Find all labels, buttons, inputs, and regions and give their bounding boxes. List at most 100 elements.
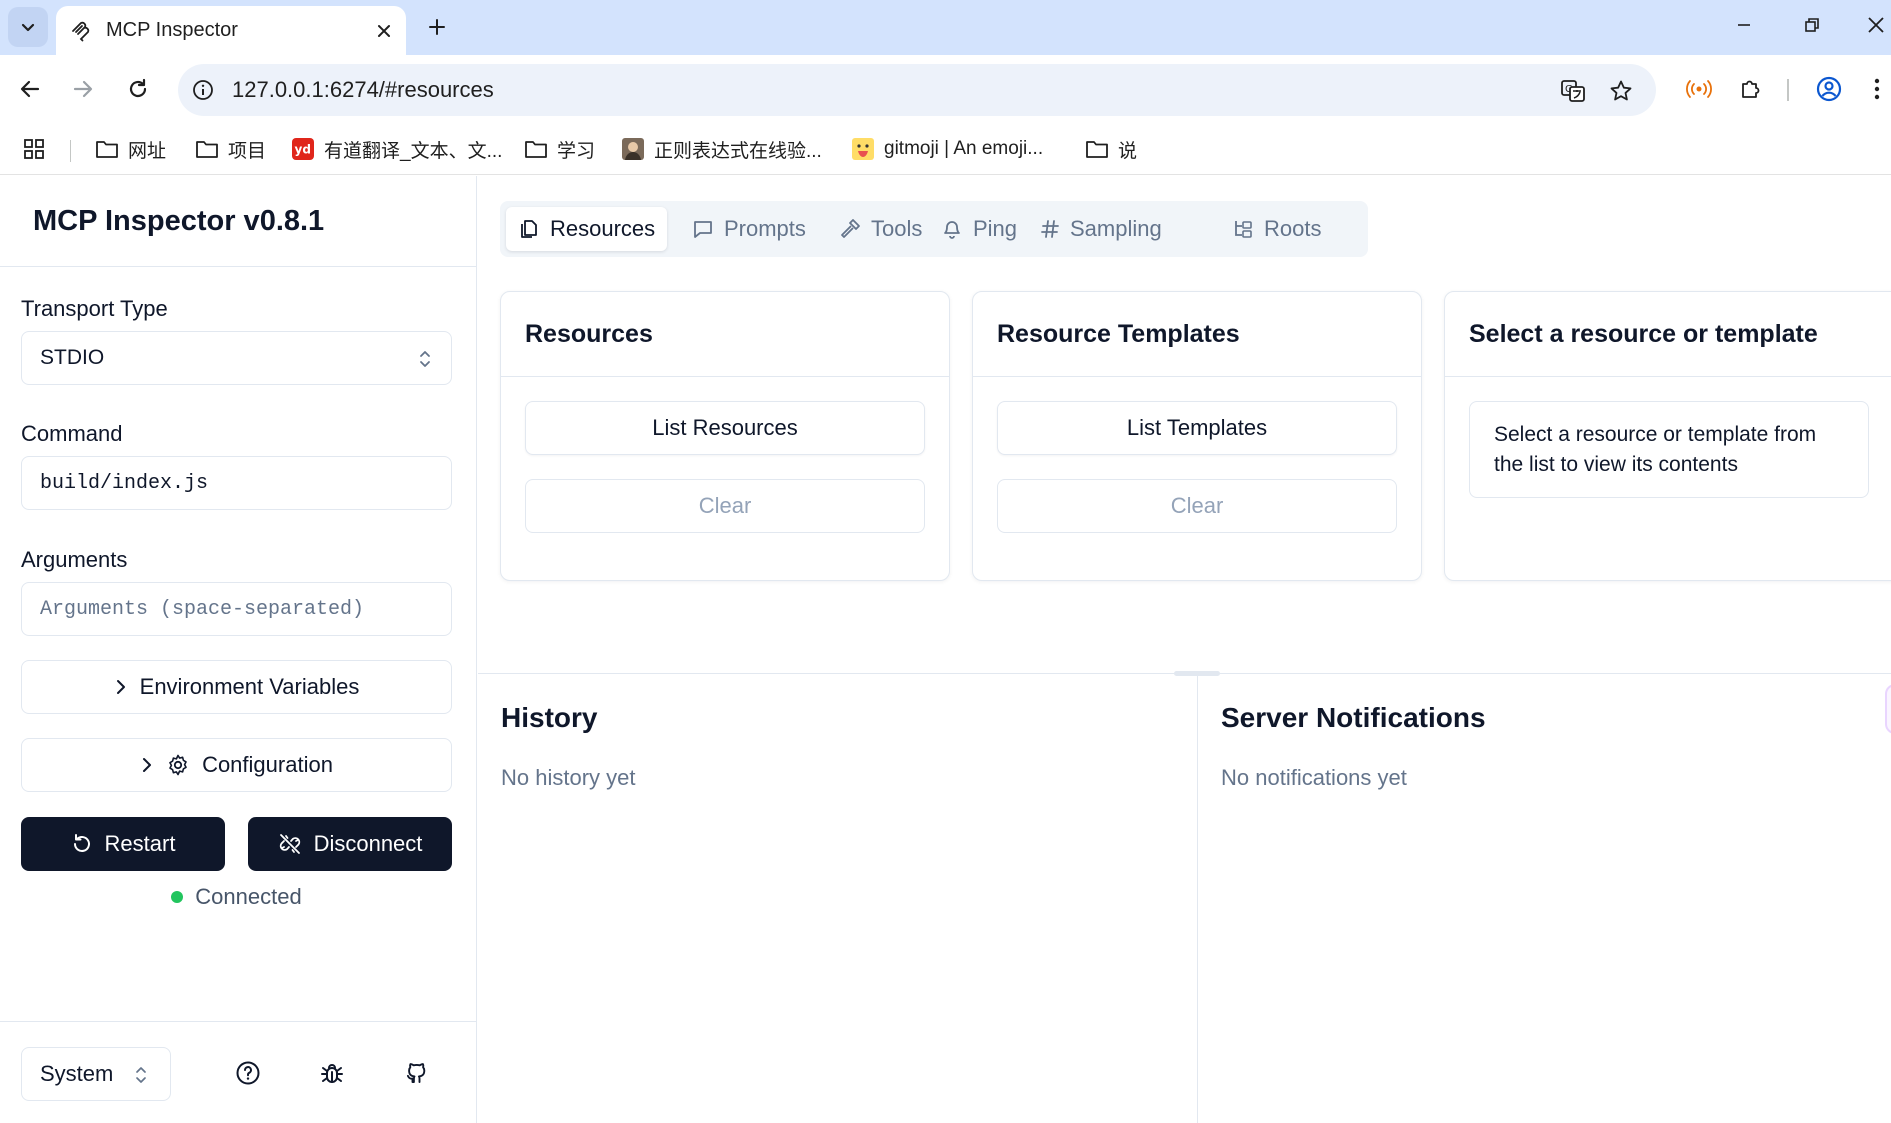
tab-resources[interactable]: Resources (506, 207, 668, 251)
chevrons-up-down-icon (136, 1067, 146, 1083)
bug-icon (321, 1064, 343, 1083)
bookmark-label: gitmoji | An emoji... (884, 138, 1044, 159)
apps-grid-icon (24, 139, 44, 159)
resource-templates-card: Resource Templates List Templates Clear (972, 291, 1422, 581)
close-icon (1867, 17, 1884, 33)
browser-tab-active[interactable]: MCP Inspector (56, 6, 406, 55)
apps-grid-button[interactable] (22, 134, 46, 164)
resources-card: Resources List Resources Clear (500, 291, 950, 581)
sidebar-footer: System (0, 1021, 476, 1123)
tab-list: Resources Prompts Tools Ping Sampling Ro… (500, 201, 1368, 257)
files-icon (521, 220, 537, 238)
tab-label: Roots (1264, 216, 1322, 241)
arrow-right-icon (73, 80, 93, 98)
restore-button[interactable] (1792, 8, 1832, 42)
restart-button[interactable]: Restart (21, 817, 225, 871)
bookmark-gitmoji[interactable]: gitmoji | An emoji... (850, 134, 1043, 164)
chevron-right-icon (143, 758, 152, 772)
toolbar-divider (1787, 79, 1789, 101)
help-button[interactable] (232, 1057, 264, 1089)
tab-title: MCP Inspector (106, 19, 238, 41)
reload-icon (129, 78, 147, 98)
tab-label: Prompts (724, 216, 806, 241)
command-value: build/index.js (40, 471, 209, 495)
report-bug-button[interactable] (316, 1057, 348, 1089)
tab-ping[interactable]: Ping (929, 207, 1029, 251)
bookmark-label: 网址 (128, 140, 167, 162)
bookmark-folder-xuexi[interactable]: 学习 (523, 134, 595, 164)
chevron-right-icon (116, 680, 125, 694)
close-window-button[interactable] (1860, 8, 1891, 42)
list-resources-button[interactable]: List Resources (525, 401, 925, 455)
command-input[interactable]: build/index.js (21, 456, 452, 510)
github-button[interactable] (400, 1057, 432, 1089)
chevrons-up-down-icon (420, 351, 430, 367)
sidebar-header: MCP Inspector v0.8.1 (0, 176, 476, 267)
bell-icon (944, 221, 960, 239)
url-text: 127.0.0.1:6274/#resources (232, 77, 494, 102)
tab-prompts[interactable]: Prompts (680, 207, 818, 251)
close-icon[interactable] (376, 23, 392, 39)
profile-avatar-icon[interactable] (1809, 69, 1849, 109)
tab-tools[interactable]: Tools (827, 207, 934, 251)
arguments-label: Arguments (21, 547, 128, 572)
tab-label: Ping (973, 216, 1018, 241)
help-circle-icon (236, 1061, 260, 1085)
folder-icon (94, 136, 120, 162)
command-label: Command (21, 421, 123, 446)
transport-type-label: Transport Type (21, 296, 168, 321)
tab-sampling[interactable]: Sampling (1028, 207, 1174, 251)
tab-label: Tools (871, 216, 923, 241)
forward-button[interactable] (63, 69, 103, 109)
bookmark-youdao[interactable]: yd 有道翻译_文本、文... (290, 134, 502, 164)
floating-edge-widget[interactable] (1885, 684, 1891, 734)
new-tab-button[interactable] (420, 10, 454, 44)
list-templates-button[interactable]: List Templates (997, 401, 1397, 455)
configuration-button[interactable]: Configuration (21, 738, 452, 792)
history-title: History (501, 702, 598, 733)
site-avatar-icon (620, 136, 646, 162)
clear-templates-button[interactable]: Clear (997, 479, 1397, 533)
clear-resources-button[interactable]: Clear (525, 479, 925, 533)
tab-label: Sampling (1070, 216, 1162, 241)
notifications-empty-text: No notifications yet (1221, 765, 1407, 790)
message-square-icon (694, 221, 712, 238)
bookmark-folder-wangzhi[interactable]: 网址 (94, 134, 166, 164)
broadcast-extension-icon[interactable] (1679, 69, 1719, 109)
configuration-label: Configuration (202, 752, 333, 777)
site-info-icon[interactable] (192, 79, 214, 101)
resource-detail-card: Select a resource or template Select a r… (1444, 291, 1891, 581)
connection-status: Connected (21, 884, 452, 910)
address-bar[interactable]: 127.0.0.1:6274/#resources G (178, 64, 1656, 116)
theme-select[interactable]: System (21, 1047, 171, 1101)
environment-variables-label: Environment Variables (139, 674, 360, 699)
browser-tabstrip: MCP Inspector (0, 0, 1891, 55)
minimize-button[interactable] (1724, 8, 1764, 42)
browser-menu-icon[interactable] (1862, 69, 1891, 109)
environment-variables-button[interactable]: Environment Variables (21, 660, 452, 714)
arguments-placeholder: Arguments (space-separated) (40, 597, 365, 621)
translate-icon[interactable]: G (1558, 76, 1588, 106)
extensions-puzzle-icon[interactable] (1731, 69, 1771, 109)
folder-icon (1084, 136, 1110, 162)
resource-detail-message: Select a resource or template from the l… (1469, 401, 1869, 498)
bookmark-label: 有道翻译_文本、文... (324, 140, 503, 162)
reload-button[interactable] (118, 69, 158, 109)
bookmark-folder-xiangmu[interactable]: 项目 (194, 134, 266, 164)
youdao-icon: yd (290, 136, 316, 162)
gear-icon (169, 754, 187, 776)
restore-icon (1805, 18, 1819, 32)
back-button[interactable] (10, 69, 50, 109)
mcp-logo-icon (72, 21, 90, 41)
folder-tree-icon (1235, 221, 1252, 238)
bookmark-regex[interactable]: 正则表达式在线验... (620, 134, 822, 164)
transport-type-select[interactable]: STDIO (21, 331, 452, 385)
bookmark-folder-shuo[interactable]: 说 (1084, 134, 1137, 164)
status-dot (171, 891, 184, 903)
arguments-input[interactable]: Arguments (space-separated) (21, 582, 452, 636)
tab-roots[interactable]: Roots (1220, 207, 1333, 251)
bookmark-label: 正则表达式在线验... (654, 140, 822, 162)
bookmark-star-icon[interactable] (1606, 76, 1636, 106)
disconnect-button[interactable]: Disconnect (248, 817, 452, 871)
tab-search-button[interactable] (8, 7, 48, 47)
